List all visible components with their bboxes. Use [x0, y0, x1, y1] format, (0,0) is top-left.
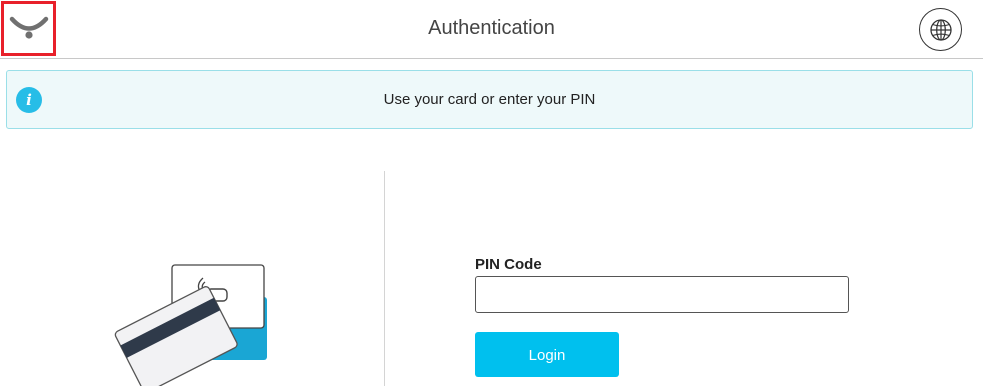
smile-logo-icon: [9, 16, 48, 39]
card-contactless-icon: [114, 264, 267, 386]
authentication-page: Authentication Use your card or enter yo…: [0, 0, 983, 386]
globe-icon: [929, 18, 952, 41]
home-logo-button[interactable]: [1, 1, 56, 56]
page-title: Authentication: [428, 17, 555, 39]
info-banner: Use your card or enter your PIN i: [6, 70, 973, 129]
pin-code-input[interactable]: [475, 276, 849, 313]
card-panel: [100, 255, 280, 386]
info-icon: i: [16, 87, 42, 113]
header-bar: Authentication: [0, 0, 983, 59]
login-button[interactable]: Login: [475, 332, 619, 377]
info-message: Use your card or enter your PIN: [383, 91, 596, 108]
language-button[interactable]: [919, 8, 962, 51]
panel-divider: [384, 171, 385, 386]
pin-code-label: PIN Code: [475, 256, 542, 273]
